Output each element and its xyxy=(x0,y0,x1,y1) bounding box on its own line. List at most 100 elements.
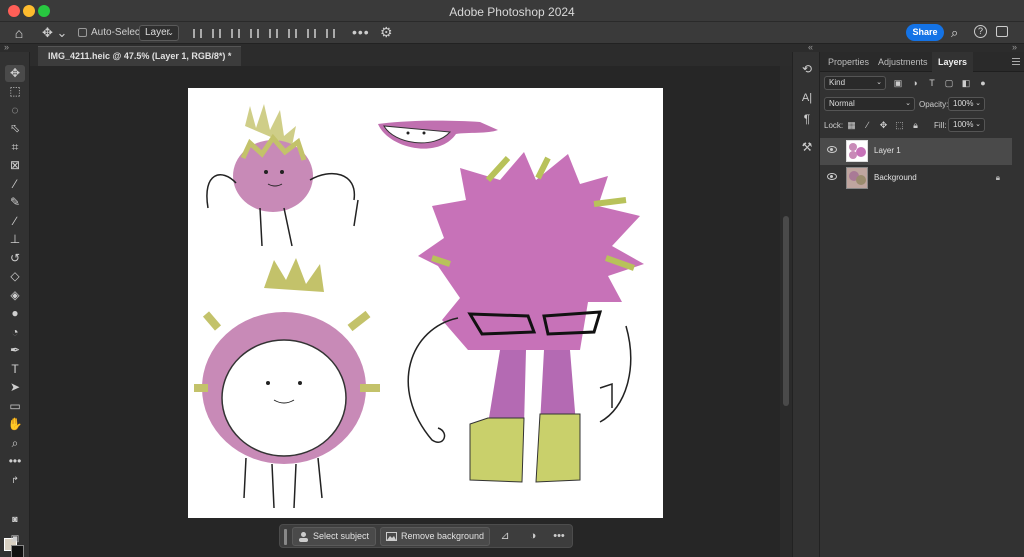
screen-mode-icon[interactable]: ▣ xyxy=(5,530,25,547)
chevron-down-icon: ⌄ xyxy=(975,100,981,107)
filter-toggle-icon[interactable]: ● xyxy=(977,77,989,89)
crop-tool[interactable]: ⌗ xyxy=(5,139,25,156)
fruit-slice-drawing xyxy=(378,120,498,149)
remove-background-button[interactable]: Remove background xyxy=(380,527,490,546)
layer-row-background[interactable]: Background 🔒︎ xyxy=(820,165,1012,192)
brush-tool[interactable]: ∕ xyxy=(5,213,25,230)
character-panel-icon[interactable]: A| xyxy=(799,92,815,108)
vertical-scrollbar[interactable] xyxy=(780,66,792,557)
clone-stamp-tool[interactable]: ⊥ xyxy=(5,231,25,248)
fill-label: Fill: xyxy=(934,121,947,130)
paragraph-panel-icon[interactable]: ¶ xyxy=(799,112,815,128)
filter-kind-dropdown[interactable]: Kind ⌄ xyxy=(824,76,886,90)
history-icon[interactable]: ⟲ xyxy=(799,62,815,78)
auto-select-dropdown[interactable]: Layer ⌄ xyxy=(139,25,179,41)
paint-bucket-tool[interactable]: ◈ xyxy=(5,287,25,304)
window-title: Adobe Photoshop 2024 xyxy=(449,5,575,19)
panel-menu-icon[interactable] xyxy=(1012,58,1020,65)
align-distribute-group xyxy=(188,26,340,40)
auto-select-checkbox[interactable] xyxy=(78,28,87,37)
history-brush-tool[interactable]: ↺ xyxy=(5,250,25,267)
tool-presets-icon[interactable]: ⚒ xyxy=(799,140,815,156)
share-button[interactable]: Share xyxy=(906,24,944,41)
filter-type-icon[interactable]: T xyxy=(926,77,938,89)
align-right-edges-icon[interactable] xyxy=(226,26,245,40)
align-left-edges-icon[interactable] xyxy=(188,26,207,40)
title-bar: Adobe Photoshop 2024 xyxy=(0,0,1024,22)
frame-tool[interactable]: ⊠ xyxy=(5,157,25,174)
home-icon[interactable]: ⌂ xyxy=(10,25,28,41)
dodge-tool[interactable]: ◔ xyxy=(5,324,25,341)
document-tab[interactable]: IMG_4211.heic @ 47.5% (Layer 1, RGB/8*) … xyxy=(38,46,242,66)
adjustment-icon[interactable]: ◑ xyxy=(524,528,542,545)
expand-toolbar-icon[interactable]: » xyxy=(4,42,9,52)
transform-icon[interactable]: ⊿ xyxy=(496,528,514,545)
lock-transparent-icon[interactable]: ▦ xyxy=(846,120,857,131)
zoom-tool[interactable]: ⌕ xyxy=(5,435,25,452)
eyedropper-tool[interactable]: ⁄ xyxy=(5,176,25,193)
move-tool-preset-icon[interactable]: ✥ ⌄ xyxy=(42,24,70,42)
opacity-field[interactable]: 100% ⌄ xyxy=(948,97,985,111)
tools-panel: ✥ ⬚ ◌ ⬁ ⌗ ⊠ ⁄ ✎ ∕ ⊥ ↺ ◇ ◈ ● ◔ ✒ T ➤ ▭ ✋ … xyxy=(0,52,30,557)
lasso-tool[interactable]: ◌ xyxy=(5,102,25,119)
filter-smart-object-icon[interactable]: ◧ xyxy=(960,77,972,89)
align-horizontal-centers-icon[interactable] xyxy=(207,26,226,40)
distribute-vertical-icon[interactable] xyxy=(321,26,340,40)
object-selection-tool[interactable]: ⬁ xyxy=(5,120,25,137)
panel-dock: ⟲ A| ¶ ⚒ xyxy=(792,52,820,557)
scrollbar-thumb[interactable] xyxy=(783,216,789,406)
tab-adjustments[interactable]: Adjustments xyxy=(872,52,934,72)
search-icon[interactable]: ⌕ xyxy=(951,25,958,41)
move-tool[interactable]: ✥ xyxy=(5,65,25,82)
more-options-icon[interactable]: ••• xyxy=(550,528,568,545)
spot-healing-tool[interactable]: ✎ xyxy=(5,194,25,211)
tab-properties[interactable]: Properties xyxy=(822,52,875,72)
panel-tabs: Properties Adjustments Layers xyxy=(820,52,1024,72)
eraser-tool[interactable]: ◇ xyxy=(5,268,25,285)
lock-artboard-icon[interactable]: ⬚ xyxy=(894,120,905,131)
filter-pixel-icon[interactable]: ▣ xyxy=(892,77,904,89)
collapse-dock-icon[interactable]: « xyxy=(808,42,813,52)
layer-thumbnail xyxy=(846,167,868,189)
swap-colors-icon[interactable]: ↱ xyxy=(5,472,25,489)
gear-icon[interactable]: ⚙ xyxy=(380,24,393,41)
edit-toolbar-icon[interactable]: ••• xyxy=(5,453,25,470)
type-tool[interactable]: T xyxy=(5,361,25,378)
select-subject-button[interactable]: Select subject xyxy=(292,527,376,546)
collapse-panels-icon[interactable]: » xyxy=(1012,42,1017,52)
align-bottom-edges-icon[interactable] xyxy=(283,26,302,40)
rectangle-tool[interactable]: ▭ xyxy=(5,398,25,415)
document-canvas[interactable] xyxy=(188,88,663,518)
distribute-icon[interactable] xyxy=(302,26,321,40)
chevron-down-icon: ⌄ xyxy=(975,121,981,128)
blur-tool[interactable]: ● xyxy=(5,305,25,322)
layer-name: Background xyxy=(874,173,917,182)
blend-mode-dropdown[interactable]: Normal ⌄ xyxy=(824,97,915,111)
align-vertical-centers-icon[interactable] xyxy=(264,26,283,40)
layer-row-layer-1[interactable]: Layer 1 xyxy=(820,138,1012,165)
quick-mask-icon[interactable]: ◙ xyxy=(5,511,25,528)
lock-all-icon[interactable]: 🔒︎ xyxy=(910,120,921,131)
blend-row: Normal ⌄ Opacity: 100% ⌄ xyxy=(820,97,1024,117)
filter-shape-icon[interactable]: ▢ xyxy=(943,77,955,89)
filter-adjustment-icon[interactable]: ◑ xyxy=(909,77,921,89)
pen-tool[interactable]: ✒ xyxy=(5,342,25,359)
help-icon[interactable]: ? xyxy=(974,25,987,38)
fill-field[interactable]: 100% ⌄ xyxy=(948,118,985,132)
marquee-tool[interactable]: ⬚ xyxy=(5,83,25,100)
path-selection-tool[interactable]: ➤ xyxy=(5,379,25,396)
tab-layers[interactable]: Layers xyxy=(932,52,974,72)
lock-image-icon[interactable]: ∕ xyxy=(862,120,873,131)
small-dragonfruit-character xyxy=(206,104,359,247)
contextual-taskbar: Select subject Remove background ⊿ ◑ ••• xyxy=(279,524,573,548)
taskbar-drag-handle[interactable] xyxy=(284,529,287,545)
lock-position-icon[interactable]: ✥ xyxy=(878,120,889,131)
blend-mode-value: Normal xyxy=(829,99,855,108)
more-options-button[interactable]: ••• xyxy=(352,24,370,40)
workspace-panels-icon[interactable] xyxy=(996,26,1008,37)
visibility-eye-icon[interactable] xyxy=(827,173,837,180)
visibility-eye-icon[interactable] xyxy=(827,146,837,153)
hand-tool[interactable]: ✋ xyxy=(5,416,25,433)
align-top-edges-icon[interactable] xyxy=(245,26,264,40)
layers-panel-group: Properties Adjustments Layers Kind ⌄ ▣ ◑… xyxy=(820,52,1024,557)
